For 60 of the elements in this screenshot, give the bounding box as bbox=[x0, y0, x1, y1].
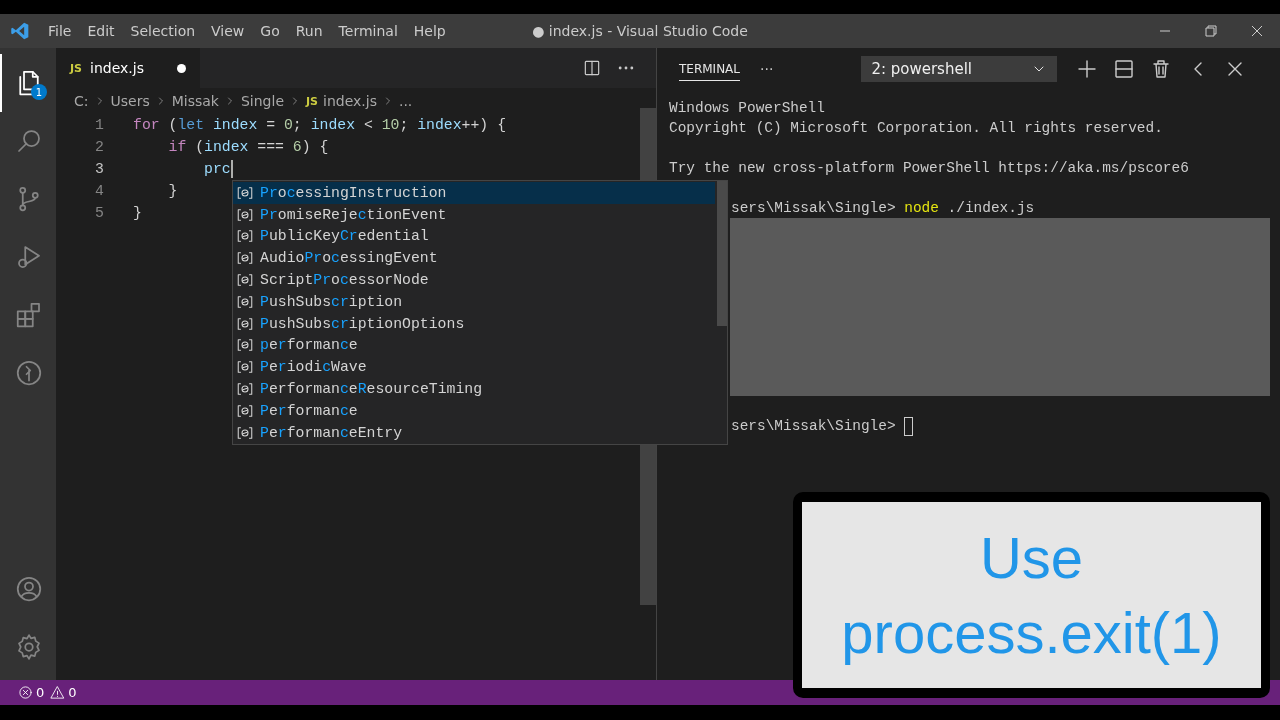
window-title: ● index.js - Visual Studio Code bbox=[532, 23, 748, 39]
breadcrumb-item[interactable]: Missak bbox=[171, 93, 219, 109]
suggestion-item[interactable]: PublicKeyCredential bbox=[233, 225, 715, 248]
line-number: 1 bbox=[94, 117, 104, 133]
suggestion-item[interactable]: PerformanceResourceTiming bbox=[233, 378, 715, 400]
terminal-line: Windows PowerShell bbox=[669, 100, 825, 116]
line-number: 4 bbox=[94, 183, 104, 199]
errors-status[interactable]: 0 bbox=[18, 685, 45, 700]
account-icon[interactable] bbox=[14, 574, 44, 604]
remote-icon bbox=[14, 358, 44, 388]
line-number: 2 bbox=[94, 139, 104, 155]
error-icon bbox=[18, 685, 33, 700]
menu-item[interactable]: Terminal bbox=[330, 23, 406, 39]
terminal-dropdown[interactable]: 2: powershell bbox=[861, 56, 1058, 82]
caption-text: Use process.exit(1) bbox=[840, 523, 1223, 667]
breadcrumb-item[interactable]: ... bbox=[398, 93, 413, 109]
panel-tab[interactable]: TERMINAL bbox=[679, 57, 740, 81]
line-number: 5 bbox=[94, 205, 104, 221]
tab-label: index.js bbox=[90, 60, 144, 76]
more-actions-button[interactable]: ··· bbox=[760, 61, 774, 77]
count-badge: 1 bbox=[31, 84, 47, 100]
suggestion-item[interactable]: PushSubscription bbox=[233, 291, 715, 313]
js-file-icon: JS bbox=[70, 61, 82, 75]
menu-item[interactable]: File bbox=[40, 23, 80, 39]
menu-item[interactable]: Edit bbox=[79, 23, 123, 39]
js-file-icon: JS bbox=[306, 94, 319, 108]
suggestion-item[interactable]: AudioProcessingEvent bbox=[233, 247, 715, 270]
suggestion-item[interactable]: PerformanceEntry bbox=[233, 421, 715, 444]
suggestion-item[interactable]: performance bbox=[233, 334, 715, 357]
code-line: prc bbox=[203, 161, 231, 177]
warning-icon bbox=[50, 685, 66, 700]
code-line: } bbox=[167, 183, 178, 199]
breadcrumb-item[interactable]: C: bbox=[74, 93, 89, 109]
suggestion-item[interactable]: PromiseRejectionEvent bbox=[233, 203, 715, 226]
split-editor-icon[interactable] bbox=[582, 58, 602, 78]
suggestion-item[interactable]: Performance bbox=[233, 399, 715, 422]
terminal-line: sers\Missak\Single> node ./index.js bbox=[731, 200, 1035, 216]
menu-item[interactable]: Run bbox=[287, 23, 331, 39]
editor-tab[interactable]: JS index.js bbox=[56, 48, 200, 88]
menu-item[interactable]: Help bbox=[405, 23, 454, 39]
code-line: if (index === 6) { bbox=[167, 139, 329, 155]
scrollbar-thumb[interactable] bbox=[717, 181, 727, 326]
terminal-line: sers\Missak\Single> bbox=[731, 418, 897, 434]
menu-item[interactable]: Selection bbox=[122, 23, 204, 39]
suggestion-item[interactable]: ProcessingInstruction bbox=[233, 182, 715, 204]
suggestion-item[interactable]: PushSubscriptionOptions bbox=[233, 312, 715, 335]
line-number: 3 bbox=[94, 161, 104, 177]
breadcrumb-item[interactable]: Users bbox=[110, 93, 150, 109]
menu-item[interactable]: View bbox=[203, 23, 253, 39]
app-logo-icon bbox=[10, 21, 30, 41]
suggestion-item[interactable]: ScriptProcessorNode bbox=[233, 269, 715, 291]
breadcrumb-item[interactable]: Single bbox=[240, 93, 284, 109]
warnings-status[interactable]: 0 bbox=[50, 685, 77, 700]
terminal-line: Try the new cross-platform PowerShell https://aka.ms/pscore6 bbox=[669, 160, 1189, 176]
code-line: } bbox=[133, 205, 142, 221]
code-line: for (let index = 0; index < 10; index++) { bbox=[133, 117, 506, 133]
suggestion-item[interactable]: PeriodicWave bbox=[233, 356, 715, 379]
menu-item[interactable]: Go bbox=[252, 23, 288, 39]
breadcrumb-item[interactable]: index.js bbox=[323, 93, 377, 109]
terminal-line: Copyright (C) Microsoft Corporation. All rights reserved. bbox=[669, 120, 1163, 136]
